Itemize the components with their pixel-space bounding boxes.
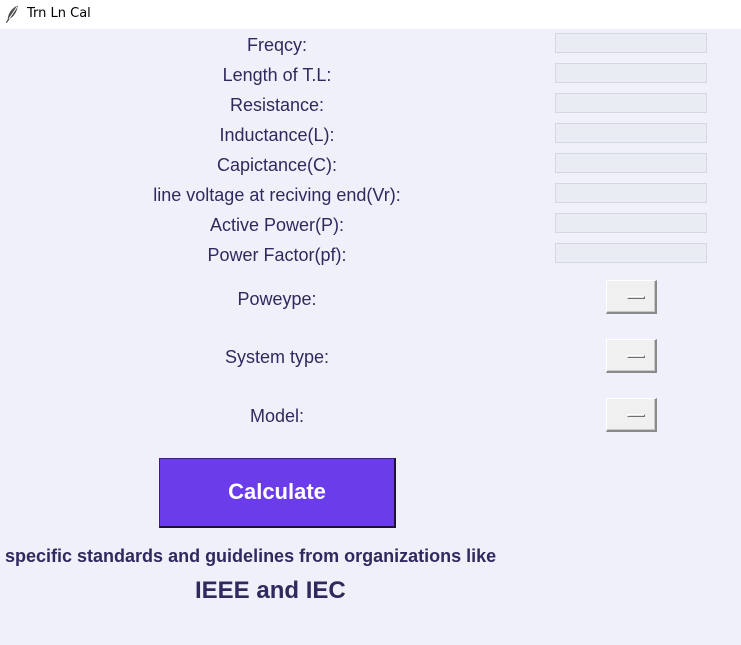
model-dropdown[interactable] [606,398,657,432]
inductance-input[interactable] [555,123,707,143]
footer-standards: IEEE and IEC [195,577,346,604]
option-indicator-icon [627,414,645,417]
option-indicator-icon [627,296,645,299]
power-type-label: Poweype: [237,289,317,309]
active-power-input[interactable] [555,213,707,233]
window-title: Trn Ln Cal [27,6,91,21]
system-type-dropdown[interactable] [606,339,657,373]
calculate-button[interactable]: Calculate [159,458,396,528]
footer-note: specific standards and guidelines from o… [5,546,497,566]
length-input[interactable] [555,63,707,83]
freqcy-label: Freqcy: [246,35,307,55]
option-indicator-icon [627,355,645,358]
line-voltage-input[interactable] [555,183,707,203]
length-label: Length of T.L: [222,65,332,85]
power-factor-input[interactable] [555,243,707,263]
feather-icon [5,5,18,23]
system-type-label: System type: [224,347,330,367]
capictance-input[interactable] [555,153,707,173]
power-type-dropdown[interactable] [606,280,657,314]
resistance-label: Resistance: [229,95,325,115]
title-bar: Trn Ln Cal [0,0,741,29]
resistance-input[interactable] [555,93,707,113]
line-voltage-label: line voltage at reciving end(Vr): [153,185,401,205]
capictance-label: Capictance(C): [216,155,338,175]
main-content: Freqcy: Length of T.L: Resistance: Induc… [0,29,741,645]
freqcy-input[interactable] [555,33,707,53]
power-factor-label: Power Factor(pf): [207,245,347,265]
active-power-label: Active Power(P): [209,215,345,235]
inductance-label: Inductance(L): [219,125,335,145]
model-label: Model: [249,406,305,426]
